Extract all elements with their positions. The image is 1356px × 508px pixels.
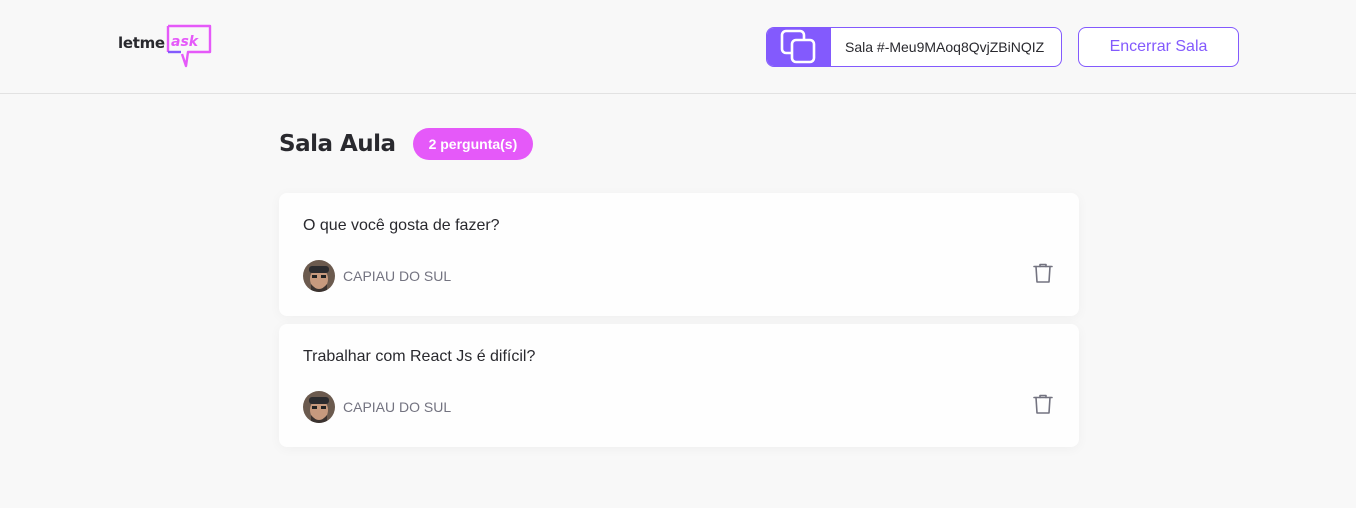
question-text: O que você gosta de fazer?: [303, 217, 500, 234]
question-count-badge: 2 pergunta(s): [412, 128, 534, 160]
logo-text-ask: ask: [171, 34, 199, 50]
question-text: Trabalhar com React Js é difícil?: [303, 348, 536, 365]
question-card: Trabalhar com React Js é difícil? CAPIAU…: [279, 324, 1079, 447]
author-name: CAPIAU DO SUL: [343, 399, 452, 415]
room-title-row: Sala Aula 2 pergunta(s): [279, 127, 534, 161]
room-code-label: Sala #-Meu9MAoq8QvjZBiNQIZ: [845, 39, 1045, 55]
letmeask-logo[interactable]: letme ask: [118, 22, 218, 70]
question-author: CAPIAU DO SUL: [303, 260, 451, 292]
trash-icon[interactable]: [1031, 392, 1055, 416]
copy-icon[interactable]: [767, 28, 831, 66]
question-card: O que você gosta de fazer? CAPIAU DO SUL: [279, 193, 1079, 316]
room-code-button[interactable]: Sala #-Meu9MAoq8QvjZBiNQIZ: [766, 27, 1062, 67]
question-author: CAPIAU DO SUL: [303, 391, 451, 423]
end-room-button[interactable]: Encerrar Sala: [1078, 27, 1239, 67]
author-name: CAPIAU DO SUL: [343, 268, 452, 284]
page-title: Sala Aula: [279, 131, 396, 157]
avatar: [303, 391, 335, 423]
avatar: [303, 260, 335, 292]
logo-text-letme: letme: [118, 34, 165, 52]
page-header: letme ask Sala #-Meu9MAoq8QvjZBiNQIZ Enc…: [0, 0, 1356, 94]
trash-icon[interactable]: [1031, 261, 1055, 285]
